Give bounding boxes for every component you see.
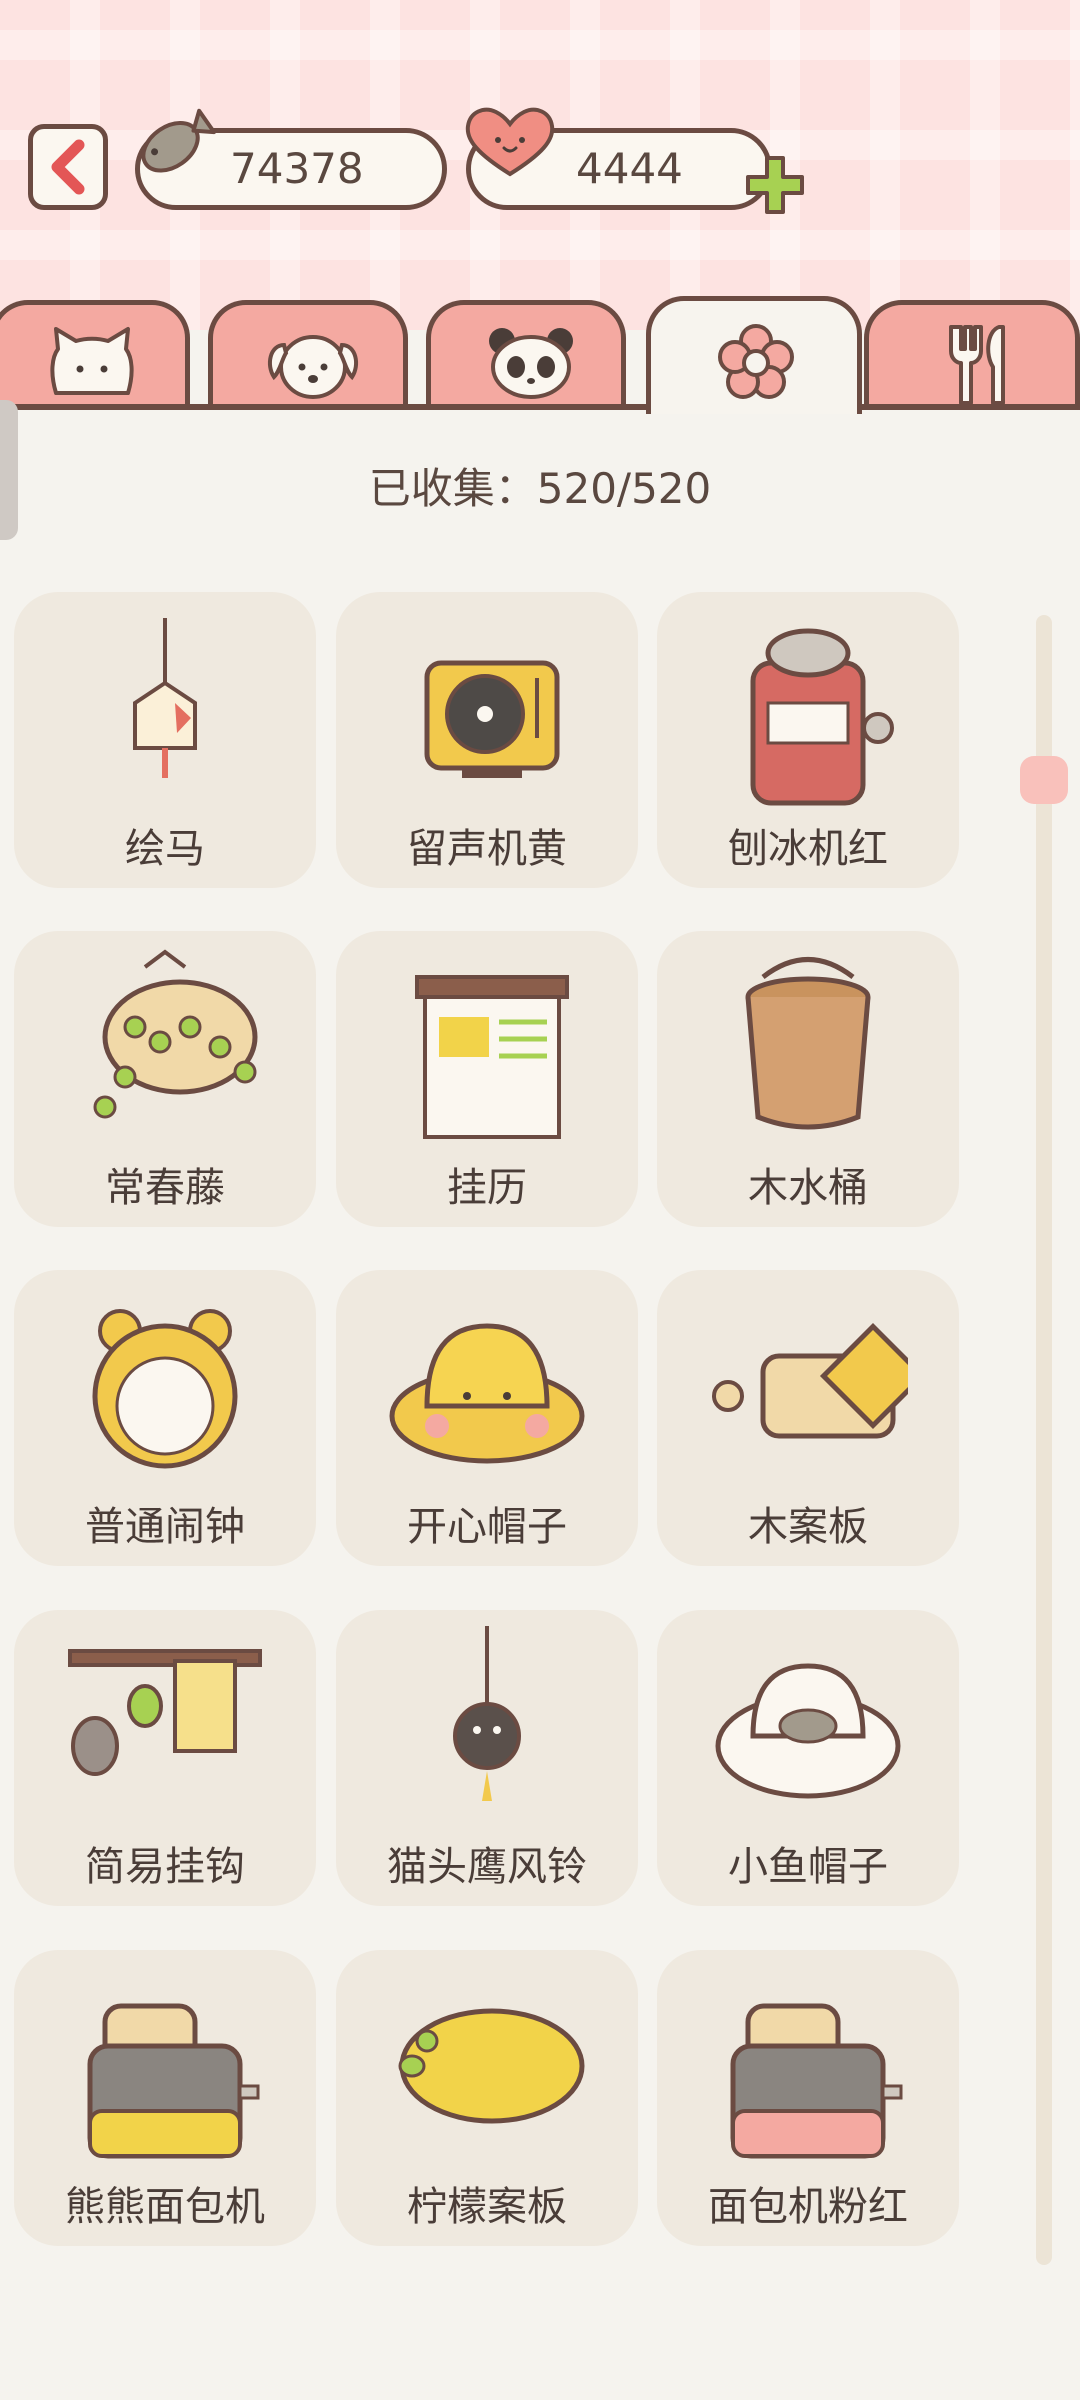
collected-count: 已收集：520/520	[368, 464, 712, 513]
item-card[interactable]: 简易挂钩	[14, 1610, 316, 1906]
item-card[interactable]: 木水桶	[657, 931, 959, 1227]
item-label: 猫头鹰风铃	[387, 1844, 587, 1890]
ivy-icon	[93, 949, 258, 1119]
item-card[interactable]: 熊熊面包机	[14, 1950, 316, 2246]
item-card[interactable]: 普通闹钟	[14, 1270, 316, 1566]
active-tab-gap	[651, 404, 857, 410]
add-hearts-button[interactable]	[740, 150, 810, 220]
item-label: 普通闹钟	[85, 1504, 245, 1550]
item-card[interactable]: 开心帽子	[336, 1270, 638, 1566]
item-label: 面包机粉红	[708, 2184, 908, 2230]
tab-panda[interactable]	[426, 300, 626, 408]
tab-cat[interactable]	[0, 300, 190, 408]
item-card[interactable]: 面包机粉红	[657, 1950, 959, 2246]
item-card[interactable]: 挂历	[336, 931, 638, 1227]
top-bar: 74378 4444	[0, 0, 1080, 330]
item-label: 木案板	[748, 1504, 868, 1550]
happy-hat-icon	[389, 1323, 585, 1464]
item-card[interactable]: 柠檬案板	[336, 1950, 638, 2246]
item-card[interactable]: 留声机黄	[336, 592, 638, 888]
item-label: 简易挂钩	[85, 1844, 245, 1890]
tab-divider	[0, 404, 1080, 410]
item-card[interactable]: 绘马	[14, 592, 316, 888]
item-card[interactable]: 小鱼帽子	[657, 1610, 959, 1906]
pink-toaster-icon	[730, 2003, 903, 2159]
cutting-board-icon	[712, 1322, 908, 1439]
item-label: 小鱼帽子	[728, 1844, 888, 1890]
back-arrow-icon	[51, 139, 85, 195]
item-label: 常春藤	[105, 1165, 225, 1211]
item-label: 熊熊面包机	[65, 2184, 265, 2230]
wooden-bucket-icon	[745, 957, 871, 1130]
item-card[interactable]: 刨冰机红	[657, 592, 959, 888]
scrollbar-track[interactable]	[1036, 615, 1052, 2265]
heart-icon	[465, 107, 555, 177]
item-label: 挂历	[447, 1165, 527, 1211]
back-button[interactable]	[28, 124, 108, 210]
heart-count: 4444	[576, 144, 683, 193]
fish-icon	[141, 108, 217, 173]
record-player-icon	[424, 660, 560, 778]
alarm-clock-icon	[92, 1309, 238, 1469]
flower-icon	[718, 324, 794, 399]
item-label: 开心帽子	[407, 1504, 567, 1550]
cutlery-icon	[949, 325, 1005, 405]
dog-icon	[267, 335, 359, 399]
category-tabs	[0, 296, 1080, 414]
item-label: 刨冰机红	[728, 826, 888, 872]
item-label: 留声机黄	[407, 826, 567, 872]
fish-hat-icon	[715, 1663, 901, 1799]
item-card[interactable]: 常春藤	[14, 931, 316, 1227]
scrollbar-thumb[interactable]	[1020, 756, 1068, 804]
tab-cutlery[interactable]	[864, 300, 1080, 408]
hook-rack-icon	[68, 1649, 262, 1776]
fish-count: 74378	[230, 144, 364, 193]
item-label: 柠檬案板	[407, 2184, 567, 2230]
lemon-board-icon	[398, 2008, 585, 2124]
tab-dog[interactable]	[208, 300, 408, 408]
item-label: 木水桶	[748, 1165, 868, 1211]
cat-icon	[50, 327, 134, 395]
owl-wind-chime-icon	[453, 1626, 521, 1801]
tab-flower[interactable]	[646, 296, 862, 414]
item-card[interactable]: 木案板	[657, 1270, 959, 1566]
ema-icon	[133, 618, 197, 778]
shaved-ice-machine-icon	[750, 628, 894, 806]
panda-icon	[489, 328, 573, 399]
item-card[interactable]: 猫头鹰风铃	[336, 1610, 638, 1906]
bear-toaster-icon	[87, 2003, 260, 2159]
wall-calendar-icon	[415, 975, 569, 1139]
item-label: 绘马	[125, 826, 205, 872]
